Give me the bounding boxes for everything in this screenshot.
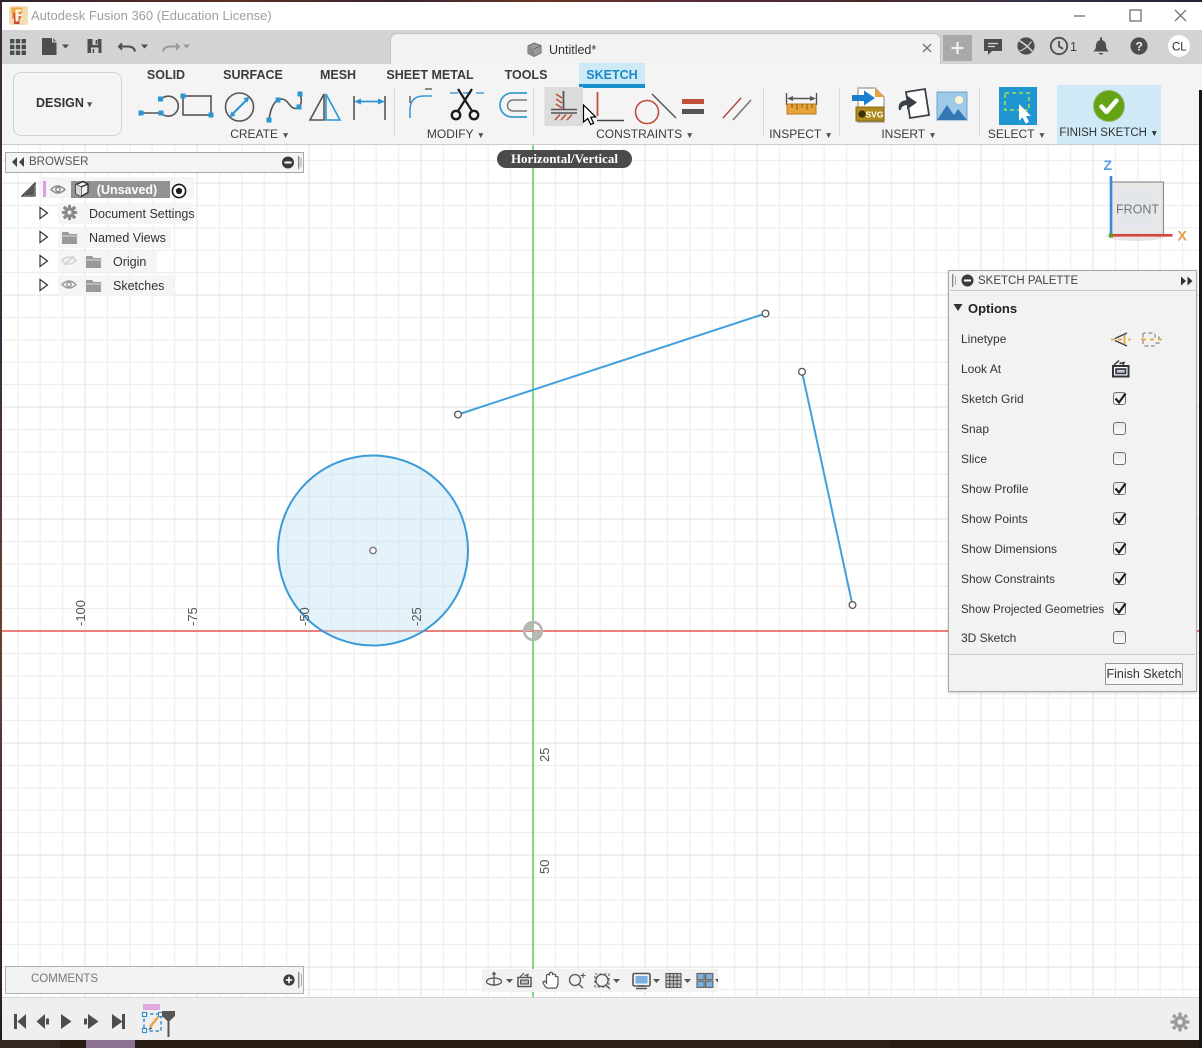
- svg-text:-75: -75: [185, 607, 200, 626]
- svg-text:-25: -25: [409, 607, 424, 626]
- svg-text:X: X: [1178, 228, 1188, 244]
- svg-text:-50: -50: [297, 607, 312, 626]
- svg-text:FRONT: FRONT: [1116, 203, 1159, 217]
- svg-text:?: ?: [1136, 40, 1143, 54]
- svg-text:50: 50: [537, 860, 552, 874]
- svg-text:SVG: SVG: [866, 110, 884, 120]
- svg-text:Z: Z: [1104, 157, 1113, 173]
- svg-text:25: 25: [537, 748, 552, 762]
- svg-text:-100: -100: [73, 600, 88, 626]
- svg-text:1: 1: [1070, 40, 1077, 54]
- svg-text:CL: CL: [1172, 42, 1187, 54]
